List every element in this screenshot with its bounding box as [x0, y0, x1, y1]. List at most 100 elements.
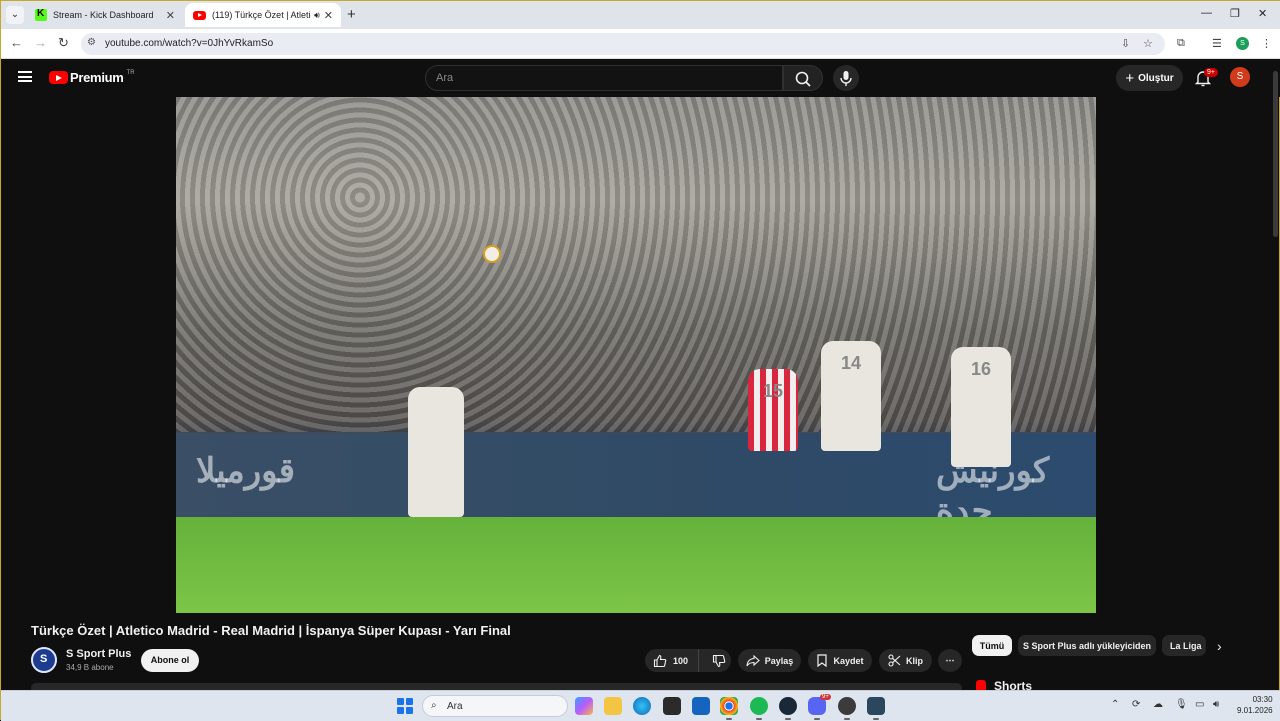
maximize-button[interactable]: ❐: [1230, 7, 1240, 20]
discord-notification-badge: 9+: [820, 694, 831, 700]
youtube-header: Premium TR + Oluştur 9+ S: [1, 59, 1280, 97]
voice-search-button[interactable]: [833, 65, 859, 91]
sync-icon[interactable]: ⟳: [1132, 699, 1140, 710]
search-box: [425, 65, 783, 91]
video-frame-pitch: [176, 517, 1096, 613]
dislike-button[interactable]: [704, 649, 734, 672]
save-button[interactable]: Kaydet: [808, 649, 872, 672]
account-avatar[interactable]: S: [1230, 67, 1250, 87]
file-explorer-icon[interactable]: [604, 697, 622, 715]
share-label: Paylaş: [764, 655, 794, 666]
back-icon[interactable]: ←: [10, 35, 23, 50]
clip-button[interactable]: Klip: [879, 649, 932, 672]
thumbs-up-icon: [653, 654, 667, 667]
youtube-premium-logo[interactable]: Premium TR: [49, 70, 135, 85]
taskbar-clock[interactable]: 03:30 9.01.2026: [1237, 694, 1273, 716]
minimize-button[interactable]: —: [1201, 7, 1212, 19]
like-button[interactable]: 100: [645, 649, 700, 672]
search-icon: ⌕: [431, 700, 437, 711]
clip-label: Klip: [906, 655, 923, 666]
kick-favicon-icon: [35, 8, 47, 21]
browser-profile-avatar[interactable]: S: [1236, 37, 1249, 50]
menu-icon[interactable]: [18, 71, 32, 82]
share-icon: [746, 654, 760, 666]
like-dislike-group: 100: [645, 649, 731, 672]
url-text: youtube.com/watch?v=0JhYvRkamSo: [105, 38, 274, 49]
screen: ⌄ Stream - Kick Dashboard ✕ (119) Türkçe…: [0, 0, 1280, 721]
board-lettering: ﻗﻮﺭﻣﻴﻼ: [196, 452, 295, 490]
mail-icon[interactable]: [692, 697, 710, 715]
browser-tab-strip: ⌄ Stream - Kick Dashboard ✕ (119) Türkçe…: [1, 1, 1280, 29]
chip-all[interactable]: Tümü: [972, 635, 1012, 656]
channel-avatar[interactable]: [31, 647, 57, 673]
scissors-icon: [888, 654, 901, 667]
search-icon: [795, 71, 811, 87]
steam-icon[interactable]: [779, 697, 797, 720]
player-figure: 15: [748, 369, 798, 451]
video-player[interactable]: ﻗﻮﺭﻣﻴﻼ ﻛﻮﺭﻧﻴﺶ ﺟﺪﺓ 15 14 16: [176, 97, 1096, 613]
tab-youtube-video[interactable]: (119) Türkçe Özet | Atletico 🔊︎ ✕: [185, 3, 341, 27]
address-bar[interactable]: ⚙ youtube.com/watch?v=0JhYvRkamSo ⇩ ☆: [81, 33, 1165, 55]
network-icon[interactable]: ▭: [1195, 699, 1204, 710]
more-horizontal-icon: ⋯: [945, 655, 955, 665]
edge-icon[interactable]: [633, 697, 651, 715]
close-window-button[interactable]: ✕: [1258, 7, 1267, 20]
like-count: 100: [673, 655, 689, 666]
browser-toolbar: ← → ↻ ⚙ youtube.com/watch?v=0JhYvRkamSo …: [1, 29, 1280, 59]
speaker-icon[interactable]: 🔊︎: [314, 10, 320, 21]
search-input[interactable]: [436, 72, 766, 84]
chip-la-liga[interactable]: La Liga: [1162, 635, 1206, 656]
microphone-tray-icon[interactable]: 🎙︎: [1175, 699, 1188, 710]
subscriber-count: 34,9 B abone: [66, 663, 114, 672]
spotify-icon[interactable]: [750, 697, 768, 720]
taskbar-search-label: Ara: [447, 701, 463, 712]
tab-title: Stream - Kick Dashboard: [53, 10, 154, 20]
youtube-favicon-icon: [193, 10, 206, 20]
install-app-icon[interactable]: ⇩: [1121, 37, 1130, 50]
game-launcher-icon[interactable]: [838, 697, 856, 720]
more-actions-button[interactable]: ⋯: [938, 649, 962, 672]
logo-text: Premium: [70, 70, 124, 85]
clock-time: 03:30: [1252, 695, 1273, 704]
chip-channel-uploads[interactable]: S Sport Plus adlı yükleyiciden: [1018, 635, 1156, 656]
bookmark-star-icon[interactable]: ☆: [1143, 37, 1153, 50]
forward-icon[interactable]: →: [34, 35, 47, 50]
cloud-icon[interactable]: ☁: [1153, 699, 1163, 710]
create-label: Oluştur: [1138, 72, 1174, 84]
site-info-icon[interactable]: ⚙: [87, 37, 96, 48]
channel-name[interactable]: S Sport Plus: [66, 648, 131, 660]
tray-overflow-icon[interactable]: ⌃: [1111, 699, 1119, 710]
copilot-icon[interactable]: [575, 697, 593, 715]
tab-close-icon[interactable]: ✕: [324, 9, 333, 22]
video-title: Türkçe Özet | Atletico Madrid - Real Mad…: [31, 623, 511, 638]
football: [483, 245, 501, 263]
chrome-icon[interactable]: [720, 697, 738, 720]
tab-search-chevron-icon[interactable]: ⌄: [6, 6, 24, 24]
plus-icon: +: [1125, 69, 1135, 87]
player-figure: 16: [951, 347, 1011, 467]
search-button[interactable]: [783, 65, 823, 91]
new-tab-button[interactable]: +: [347, 6, 356, 23]
store-icon[interactable]: [663, 697, 681, 715]
player-figure: 14: [821, 341, 881, 451]
volume-icon[interactable]: 🔊︎: [1213, 699, 1219, 710]
subscribe-button[interactable]: Abone ol: [141, 649, 199, 672]
player-figure: [408, 387, 464, 517]
browser-menu-icon[interactable]: ⋮: [1261, 37, 1272, 50]
extensions-icon[interactable]: ⧉: [1177, 37, 1185, 50]
windows-taskbar: ⌕ Ara ⌃ ⟳ ☁ 🎙︎ ▭ 🔊︎: [1, 690, 1280, 721]
windows-start-icon[interactable]: [397, 698, 413, 714]
page-scrollbar[interactable]: [1273, 71, 1278, 237]
media-controls-icon[interactable]: ☰: [1212, 37, 1222, 50]
bookmark-icon: [817, 654, 828, 667]
create-button[interactable]: + Oluştur: [1116, 65, 1183, 91]
steam-client-icon[interactable]: [867, 697, 885, 720]
chevron-right-icon[interactable]: ›: [1217, 638, 1222, 654]
share-button[interactable]: Paylaş: [738, 649, 801, 672]
tab-close-icon[interactable]: ✕: [166, 9, 175, 22]
reload-icon[interactable]: ↻: [58, 35, 69, 51]
youtube-play-icon: [49, 71, 68, 84]
tab-kick-dashboard[interactable]: Stream - Kick Dashboard ✕: [27, 3, 183, 27]
save-label: Kaydet: [833, 655, 864, 666]
taskbar-search[interactable]: ⌕ Ara: [422, 695, 568, 717]
